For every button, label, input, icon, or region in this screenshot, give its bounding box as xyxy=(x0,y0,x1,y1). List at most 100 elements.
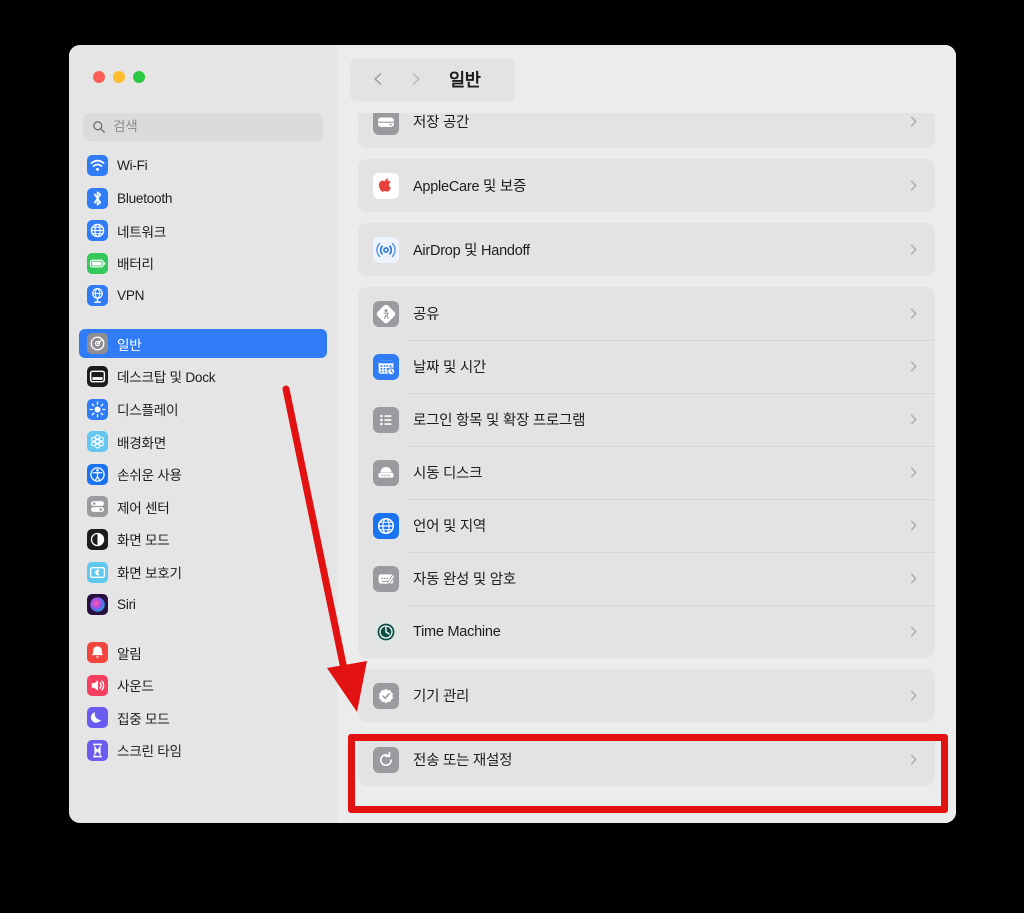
sidebar-item-label: 제어 센터 xyxy=(117,500,170,516)
chevron-right-icon xyxy=(906,412,921,427)
minimize-button[interactable] xyxy=(113,71,125,83)
sidebar-item-label: 손쉬운 사용 xyxy=(117,468,182,484)
maximize-button[interactable] xyxy=(133,71,145,83)
sidebar-item-label: 일반 xyxy=(117,337,142,353)
sidebar-item-wallpaper[interactable]: 배경화면 xyxy=(79,427,327,456)
settings-row-label: Time Machine xyxy=(413,623,501,640)
sidebar-item-control-center[interactable]: 제어 센터 xyxy=(79,492,327,521)
apple-icon xyxy=(373,172,399,199)
sidebar-item-display[interactable]: 디스플레이 xyxy=(79,395,327,424)
sidebar-list[interactable]: Wi-Fi Bluetooth 네트워크 배터리 VPN 일반 데스크탑 및 D… xyxy=(69,149,337,823)
close-button[interactable] xyxy=(93,71,105,83)
settings-row-login-items[interactable]: 로그인 항목 및 확장 프로그램 xyxy=(358,393,935,446)
settings-row-datetime[interactable]: 날짜 및 시간 xyxy=(358,340,935,393)
settings-row-autofill[interactable]: 자동 완성 및 암호 xyxy=(358,552,935,605)
settings-group-general: 공유 날짜 및 시간 로그인 항목 및 확장 프로그램 시동 디스크 언어 및 … xyxy=(358,287,935,658)
settings-group-device-management: 기기 관리 xyxy=(358,669,935,722)
sidebar-item-label: 배경화면 xyxy=(117,435,167,451)
search-icon xyxy=(92,120,106,134)
settings-row-storage[interactable]: 저장 공간 xyxy=(358,113,935,148)
sidebar-item-network[interactable]: 네트워크 xyxy=(79,216,327,245)
settings-row-label: 날짜 및 시간 xyxy=(413,360,487,376)
chevron-right-icon xyxy=(906,688,921,703)
sidebar-item-screensaver[interactable]: 화면 보호기 xyxy=(79,558,327,587)
sidebar-item-label: 디스플레이 xyxy=(117,403,179,419)
sidebar-item-general[interactable]: 일반 xyxy=(79,329,327,359)
settings-row-label: AirDrop 및 Handoff xyxy=(413,243,530,259)
sidebar-item-label: 알림 xyxy=(117,646,142,662)
sidebar-item-bluetooth[interactable]: Bluetooth xyxy=(79,184,327,213)
chevron-left-icon xyxy=(374,73,382,85)
accessibility-icon xyxy=(87,463,108,485)
language-icon xyxy=(373,512,399,539)
settings-row-language[interactable]: 언어 및 지역 xyxy=(358,499,935,552)
sidebar-item-label: VPN xyxy=(117,288,145,304)
notifications-icon xyxy=(87,642,108,664)
sidebar-item-accessibility[interactable]: 손쉬운 사용 xyxy=(79,460,327,489)
settings-group-applecare: AppleCare 및 보증 xyxy=(358,159,935,212)
sidebar-item-siri[interactable]: Siri xyxy=(79,590,327,619)
chevron-right-icon xyxy=(412,73,420,85)
sidebar-item-battery[interactable]: 배터리 xyxy=(79,249,327,278)
bluetooth-icon xyxy=(87,187,108,209)
sidebar-item-label: 사운드 xyxy=(117,679,154,695)
sidebar-item-sound[interactable]: 사운드 xyxy=(79,671,327,700)
chevron-right-icon xyxy=(906,518,921,533)
sidebar-item-appearance[interactable]: 화면 모드 xyxy=(79,525,327,554)
datetime-icon xyxy=(373,353,399,380)
screensaver-icon xyxy=(87,561,108,583)
settings-row-startup-disk[interactable]: 시동 디스크 xyxy=(358,446,935,499)
settings-row-label: 공유 xyxy=(413,307,440,323)
sidebar-item-notifications[interactable]: 알림 xyxy=(79,638,327,667)
screentime-icon xyxy=(87,739,108,761)
settings-row-sharing[interactable]: 공유 xyxy=(358,287,935,340)
settings-row-label: 저장 공간 xyxy=(413,115,470,131)
settings-row-label: 기기 관리 xyxy=(413,689,470,705)
battery-icon xyxy=(87,252,108,274)
sidebar-item-label: 데스크탑 및 Dock xyxy=(117,370,216,386)
sidebar-item-label: Bluetooth xyxy=(117,190,173,206)
startup-disk-icon xyxy=(373,459,399,486)
sidebar-item-label: 화면 보호기 xyxy=(117,566,182,582)
settings-row-device-management[interactable]: 기기 관리 xyxy=(358,669,935,722)
settings-row-airdrop[interactable]: AirDrop 및 Handoff xyxy=(358,223,935,276)
settings-list[interactable]: 저장 공간 AppleCare 및 보증 AirDrop 및 Handoff 공… xyxy=(337,113,956,823)
chevron-right-icon xyxy=(906,752,921,767)
sidebar-group-notifications: 알림 사운드 집중 모드 스크린 타임 xyxy=(79,636,327,765)
settings-row-transfer-reset[interactable]: 전송 또는 재설정 xyxy=(358,733,935,786)
sidebar-item-label: 화면 모드 xyxy=(117,533,170,549)
main-pane: 일반 저장 공간 AppleCare 및 보증 AirDrop 및 Handof… xyxy=(337,45,956,823)
forward-button[interactable] xyxy=(397,62,435,96)
appearance-icon xyxy=(87,528,108,550)
settings-group-airdrop: AirDrop 및 Handoff xyxy=(358,223,935,276)
login-items-icon xyxy=(373,406,399,433)
wifi-icon xyxy=(87,155,108,176)
settings-row-label: 언어 및 지역 xyxy=(413,519,487,535)
sidebar-item-label: 집중 모드 xyxy=(117,711,170,727)
vpn-icon xyxy=(87,285,108,307)
settings-row-timemachine[interactable]: Time Machine xyxy=(358,605,935,658)
control-center-icon xyxy=(87,496,108,518)
back-button[interactable] xyxy=(359,62,397,96)
settings-row-applecare[interactable]: AppleCare 및 보증 xyxy=(358,159,935,212)
system-settings-window: 검색 Wi-Fi Bluetooth 네트워크 배터리 VPN 일반 데스크탑 … xyxy=(69,45,956,823)
device-management-icon xyxy=(373,682,399,709)
screenshot-root: 검색 Wi-Fi Bluetooth 네트워크 배터리 VPN 일반 데스크탑 … xyxy=(0,0,1024,913)
sidebar-item-focus[interactable]: 집중 모드 xyxy=(79,703,327,732)
sidebar-item-label: 배터리 xyxy=(117,257,154,273)
sidebar-item-desktop-dock[interactable]: 데스크탑 및 Dock xyxy=(79,362,327,391)
search-input[interactable]: 검색 xyxy=(83,113,323,141)
sidebar-item-wifi[interactable]: Wi-Fi xyxy=(79,151,327,180)
siri-icon xyxy=(87,594,108,616)
transfer-reset-icon xyxy=(373,746,399,773)
settings-row-label: AppleCare 및 보증 xyxy=(413,179,527,195)
sidebar-item-screentime[interactable]: 스크린 타임 xyxy=(79,736,327,765)
sidebar-item-label: Siri xyxy=(117,597,136,613)
sidebar-item-vpn[interactable]: VPN xyxy=(79,281,327,310)
page-title: 일반 xyxy=(449,69,481,90)
search-placeholder: 검색 xyxy=(113,119,138,135)
search-container[interactable]: 검색 xyxy=(83,113,323,141)
sound-icon xyxy=(87,674,108,696)
desktop-dock-icon xyxy=(87,365,108,387)
storage-icon xyxy=(373,113,399,135)
